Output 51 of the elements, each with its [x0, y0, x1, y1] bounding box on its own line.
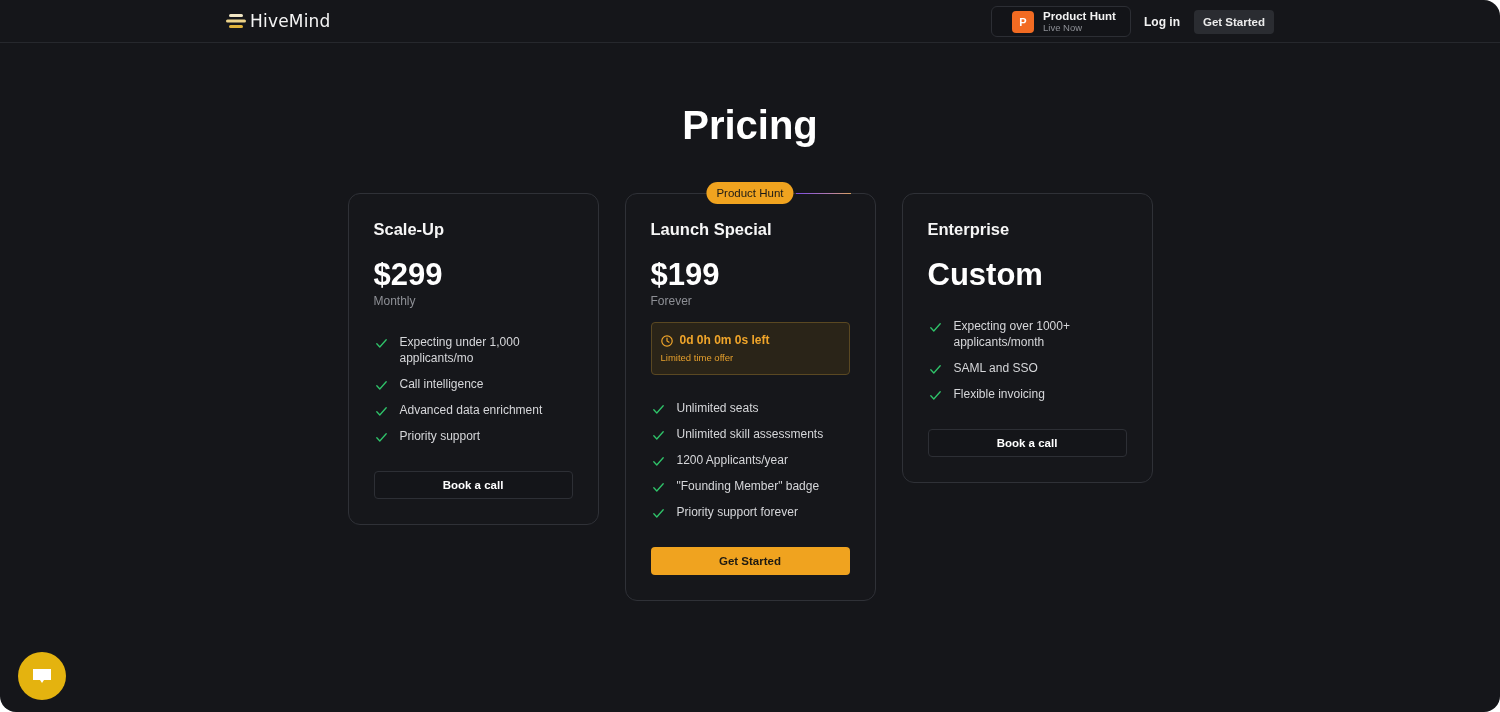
feature-text: Expecting under 1,000 applicants/mo — [399, 334, 521, 366]
feature-text: 1200 Applicants/year — [676, 452, 788, 468]
product-hunt-link[interactable]: P Product Hunt Live Now — [991, 6, 1131, 37]
countdown-timer: 0d 0h 0m 0s left — [679, 333, 770, 348]
feature-text: Advanced data enrichment — [399, 402, 543, 418]
get-started-button[interactable]: Get Started — [1194, 9, 1274, 34]
plan-button[interactable]: Get Started — [650, 547, 850, 575]
feature-text: Call intelligence — [399, 376, 484, 392]
billing-period: Monthly — [373, 293, 417, 309]
check-icon — [652, 483, 664, 492]
plan-button[interactable]: Book a call — [373, 471, 573, 499]
live-now-label: Live Now — [1043, 21, 1084, 34]
plan-price: $299 — [373, 257, 444, 293]
hivemind-logo[interactable]: HiveMind — [226, 11, 331, 31]
feature-text: Priority support forever — [676, 504, 798, 520]
check-icon — [375, 381, 387, 390]
check-icon — [375, 339, 387, 348]
check-icon — [652, 509, 664, 518]
feature-text: Unlimited seats — [676, 400, 759, 416]
feature-text: "Founding Member" badge — [676, 478, 820, 494]
check-icon — [652, 405, 664, 414]
speech-bubble-icon — [32, 668, 52, 684]
check-icon — [375, 433, 387, 442]
plan-button[interactable]: Book a call — [927, 429, 1127, 457]
plan-name: Enterprise — [927, 219, 1011, 239]
check-icon — [929, 391, 941, 400]
login-link[interactable]: Log in — [1144, 14, 1180, 29]
product-hunt-logo-icon: P — [1012, 10, 1034, 33]
check-icon — [929, 323, 941, 332]
product-hunt-title: Product Hunt — [1043, 9, 1116, 22]
check-icon — [652, 457, 664, 466]
check-icon — [375, 407, 387, 416]
feature-text: Expecting over 1000+ applicants/month — [953, 318, 1071, 350]
feature-text: SAML and SSO — [953, 360, 1038, 376]
feature-text: Priority support — [399, 428, 481, 444]
page-heading: Pricing — [681, 102, 819, 149]
plan-price: $199 — [650, 257, 721, 293]
plan-badge: Product Hunt — [706, 182, 794, 204]
feature-text: Flexible invoicing — [953, 386, 1045, 402]
plan-name: Launch Special — [650, 219, 773, 239]
feature-text: Unlimited skill assessments — [676, 426, 824, 442]
clock-icon — [660, 334, 673, 347]
plan-price: Custom — [927, 257, 1044, 293]
check-icon — [652, 431, 664, 440]
billing-period: Forever — [650, 293, 693, 309]
check-icon — [929, 365, 941, 374]
logo-icon — [226, 14, 246, 28]
chat-button[interactable] — [18, 652, 66, 700]
border-accent-line — [795, 193, 851, 194]
plan-name: Scale-Up — [373, 219, 446, 239]
offer-note: Limited time offer — [660, 352, 735, 364]
